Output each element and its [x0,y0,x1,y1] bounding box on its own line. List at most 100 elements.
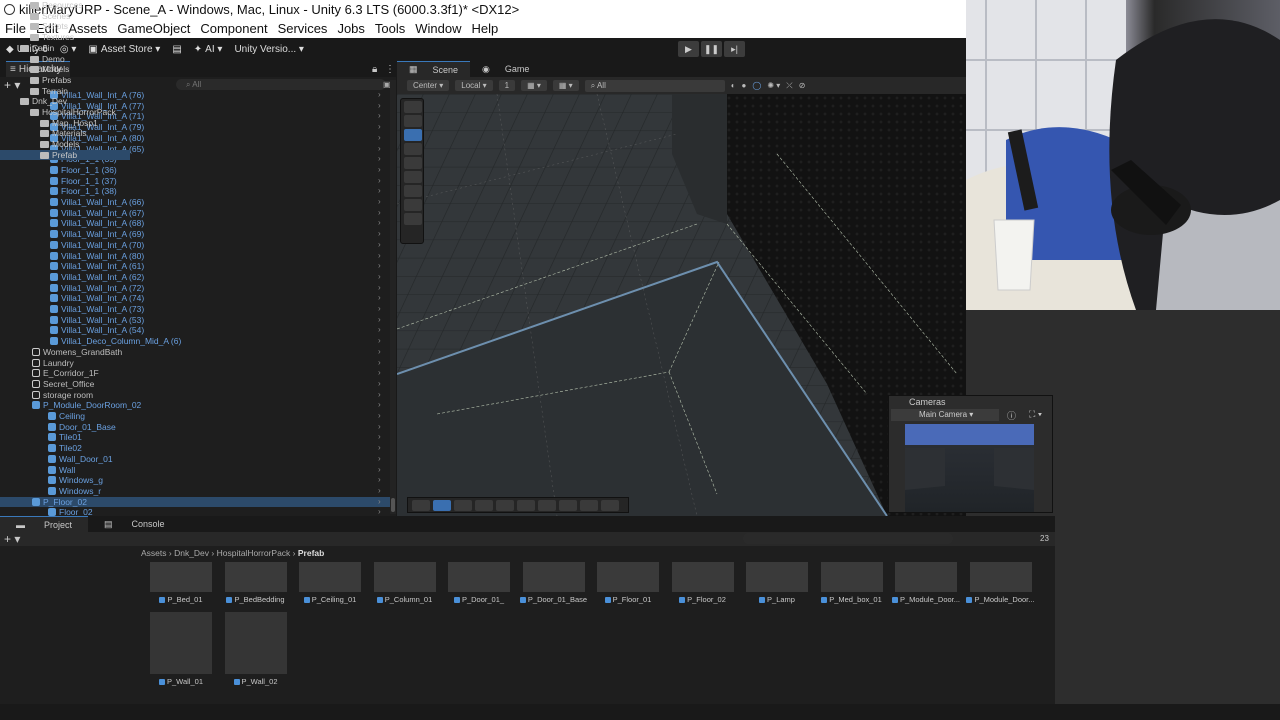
camera-select-dropdown[interactable]: Main Camera ▾ [891,409,999,421]
chevron-right-icon[interactable]: › [378,475,381,486]
crumb-hospital[interactable]: HospitalHorrorPack [217,548,291,558]
overlay-tool-5[interactable] [496,499,514,511]
chevron-right-icon[interactable]: › [378,272,381,283]
chevron-right-icon[interactable]: › [378,432,381,443]
move-tool-button[interactable] [404,129,422,141]
hierarchy-item[interactable]: Villa1_Wall_Int_A (66) › [0,197,390,208]
chevron-right-icon[interactable]: › [378,218,381,229]
asset-tile[interactable]: P_Door_01_Base [515,562,593,604]
hierarchy-item[interactable]: Villa1_Wall_Int_A (72) › [0,283,390,294]
folder-item[interactable]: Prefab [0,149,130,161]
chevron-right-icon[interactable]: › [378,176,381,187]
overlay-tool-10[interactable] [601,499,619,511]
scene-search-input[interactable]: ⌕ All [584,79,725,92]
chevron-right-icon[interactable]: › [378,390,381,401]
menu-help[interactable]: Help [467,21,504,36]
asset-tile[interactable]: P_Module_Door... [962,562,1040,604]
asset-tile[interactable]: P_Floor_02 [664,562,742,604]
project-search-input[interactable] [743,533,953,544]
menu-component[interactable]: Component [195,21,272,36]
chevron-right-icon[interactable]: › [378,347,381,358]
step-button[interactable]: ▸| [724,41,745,57]
pause-button[interactable]: ❚❚ [701,41,722,57]
chevron-right-icon[interactable]: › [378,422,381,433]
hierarchy-item[interactable]: Door_01_Base › [0,422,390,433]
hierarchy-item[interactable]: P_Module_DoorRoom_02 › [0,400,390,411]
play-button[interactable]: ▶ [678,41,699,57]
hierarchy-item[interactable]: Villa1_Wall_Int_A (70) › [0,240,390,251]
crumb-assets[interactable]: Assets [141,548,167,558]
folder-item[interactable]: Map_Hosp1 [0,118,98,129]
chevron-right-icon[interactable]: › [378,133,381,144]
hand-tool-button[interactable] [404,115,422,127]
lighting-icon[interactable]: ● [742,81,747,90]
chevron-right-icon[interactable]: › [378,165,381,176]
hierarchy-item[interactable]: Villa1_Wall_Int_A (53) › [0,315,390,326]
hierarchy-item[interactable]: Secret_Office › [0,379,390,390]
hierarchy-item[interactable]: Villa1_Wall_Int_A (54) › [0,325,390,336]
chevron-right-icon[interactable]: › [378,358,381,369]
asset-tile[interactable]: P_BedBedding [217,562,295,604]
hierarchy-item[interactable]: Windows_r › [0,486,390,497]
chevron-right-icon[interactable]: › [378,304,381,315]
tab-scene[interactable]: ▦ Scene [397,61,471,77]
hierarchy-item[interactable]: Villa1_Wall_Int_A (62) › [0,272,390,283]
folder-item[interactable]: Dnk_Dev [0,96,67,107]
hierarchy-item[interactable]: Villa1_Wall_Int_A (73) › [0,304,390,315]
overlay-tool-7[interactable] [538,499,556,511]
chevron-right-icon[interactable]: › [378,454,381,465]
effects-icon[interactable]: ✺ ▾ [767,81,780,90]
shading-icon[interactable]: ◯ [752,81,761,90]
chevron-right-icon[interactable]: › [378,208,381,219]
chevron-right-icon[interactable]: › [378,400,381,411]
pivot-dropdown[interactable]: Center ▾ [407,80,450,91]
audio-icon[interactable]: ⤫ [786,81,792,91]
overlay-tool-4[interactable] [475,499,493,511]
hierarchy-search-input[interactable]: ⌕ All [176,79,386,90]
asset-tile[interactable]: P_Wall_02 [217,612,295,686]
chevron-right-icon[interactable]: › [378,411,381,422]
chevron-right-icon[interactable]: › [378,122,381,133]
hierarchy-item[interactable]: Villa1_Wall_Int_A (69) › [0,229,390,240]
tab-game[interactable]: ◉ Game [470,61,541,77]
menu-services[interactable]: Services [273,21,333,36]
ai-button[interactable]: ✦ AI ▾ [188,38,229,61]
hierarchy-item[interactable]: Womens_GrandBath › [0,347,390,358]
chevron-right-icon[interactable]: › [378,186,381,197]
package-button[interactable]: ▤ [166,38,187,61]
chevron-right-icon[interactable]: › [378,325,381,336]
hierarchy-item[interactable]: Laundry › [0,358,390,369]
gizmos-icon[interactable]: ⊘ [799,81,806,90]
asset-store-button[interactable]: ▣ Asset Store ▾ [82,38,166,61]
folder-item[interactable]: Models [0,139,79,150]
hierarchy-item[interactable]: Villa1_Deco_Column_Mid_A (6) › [0,336,390,347]
hierarchy-scrollbar[interactable] [390,80,396,514]
chevron-right-icon[interactable]: › [378,336,381,347]
chevron-right-icon[interactable]: › [378,101,381,112]
hierarchy-item[interactable]: Tile01 › [0,432,390,443]
overlay-tool-1[interactable] [412,499,430,511]
menu-jobs[interactable]: Jobs [332,21,369,36]
camera-expand-icon[interactable]: ⛶ ▾ [1029,409,1042,420]
folder-item[interactable]: Demo [0,54,65,65]
hierarchy-item[interactable]: Villa1_Wall_Int_A (74) › [0,293,390,304]
hierarchy-item[interactable]: Villa1_Wall_Int_A (68) › [0,218,390,229]
folder-item[interactable]: Textures [0,32,74,43]
folder-item[interactable]: Models [0,64,69,75]
folder-item[interactable]: Cabin [0,43,54,54]
asset-tile[interactable]: P_Lamp [738,562,816,604]
chevron-right-icon[interactable]: › [378,240,381,251]
chevron-right-icon[interactable]: › [378,293,381,304]
chevron-right-icon[interactable]: › [378,111,381,122]
overlay-tool-2[interactable] [433,499,451,511]
crumb-prefab[interactable]: Prefab [298,548,324,558]
crumb-dnk-dev[interactable]: Dnk_Dev [174,548,209,558]
hierarchy-item[interactable]: storage room › [0,390,390,401]
chevron-right-icon[interactable]: › [378,261,381,272]
chevron-right-icon[interactable]: › [378,144,381,155]
overlay-tool-9[interactable] [580,499,598,511]
asset-tile[interactable]: P_Column_01 [366,562,444,604]
folder-item[interactable]: Materials [0,128,86,139]
rect-tool-button[interactable] [404,171,422,183]
hierarchy-item[interactable]: P_Floor_02 › [0,496,390,508]
